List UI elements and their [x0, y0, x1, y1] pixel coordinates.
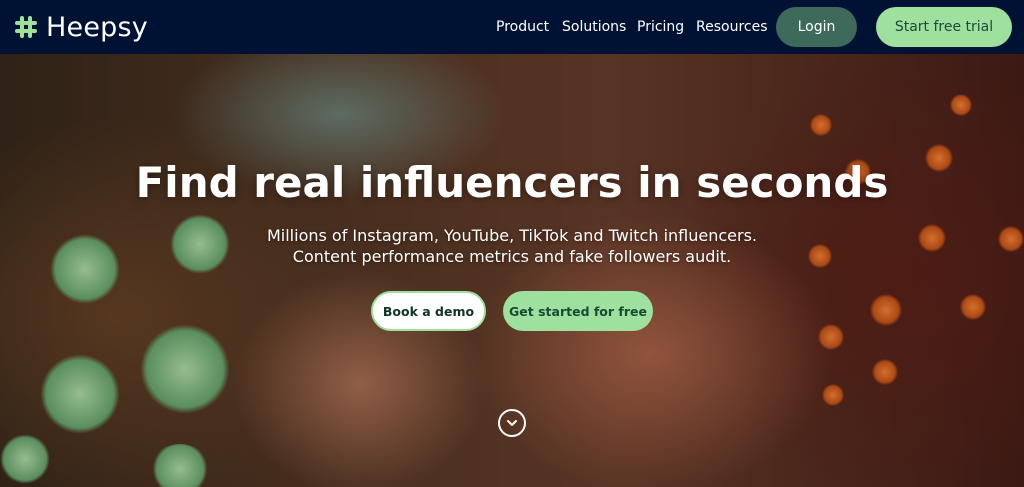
hash-logo-icon [15, 16, 37, 38]
nav-item-pricing[interactable]: Pricing [637, 0, 684, 54]
nav-item-resources[interactable]: Resources [696, 0, 768, 54]
hero-subtitle-line2: Content performance metrics and fake fol… [292, 247, 732, 266]
nav-product-link[interactable]: Product [496, 19, 549, 35]
nav-resources-link[interactable]: Resources [696, 19, 768, 35]
scroll-down-button[interactable] [498, 409, 526, 437]
nav-item-solutions[interactable]: Solutions [562, 0, 626, 54]
site-header: Heepsy Product Solutions Pricing Resourc… [0, 0, 1024, 54]
nav-solutions-link[interactable]: Solutions [562, 19, 626, 35]
hero-section: Find real influencers in seconds Million… [0, 54, 1024, 487]
nav-item-product[interactable]: Product [496, 0, 549, 54]
login-button[interactable]: Login [776, 7, 857, 47]
get-started-button[interactable]: Get started for free [503, 291, 653, 331]
nav-pricing-link[interactable]: Pricing [637, 19, 684, 35]
book-demo-button[interactable]: Book a demo [371, 291, 486, 331]
brand-logo[interactable]: Heepsy [12, 11, 148, 43]
brand-name: Heepsy [46, 11, 148, 43]
chevron-down-icon [507, 420, 517, 426]
hero-title: Find real influencers in seconds [135, 158, 889, 207]
start-free-trial-button[interactable]: Start free trial [876, 7, 1012, 47]
hero-subtitle-line1: Millions of Instagram, YouTube, TikTok a… [266, 226, 757, 245]
